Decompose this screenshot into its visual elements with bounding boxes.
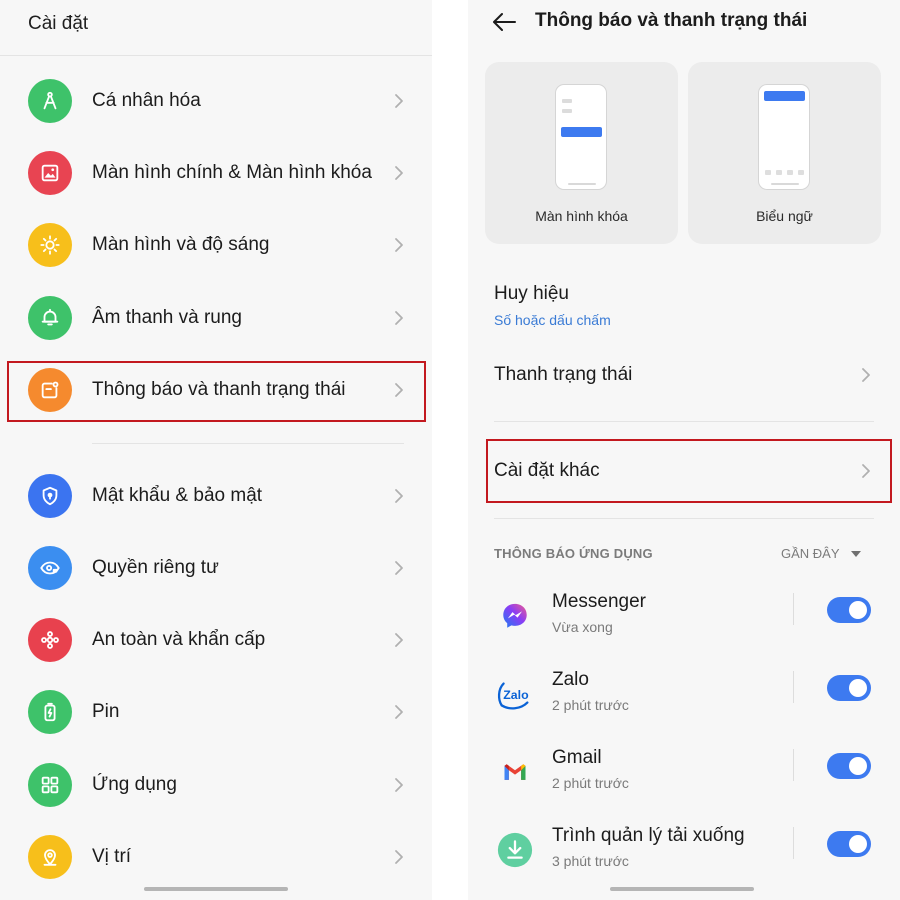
app-notifications-section-label: THÔNG BÁO ỨNG DỤNG: [494, 546, 653, 561]
messenger-icon: [496, 597, 534, 635]
download-icon: [496, 831, 534, 869]
notifications-panel: Thông báo và thanh trạng thái Màn hình k…: [468, 0, 900, 900]
settings-item-label: Ứng dụng: [92, 774, 177, 795]
divider: [793, 749, 794, 781]
settings-item-safety-emergency[interactable]: An toàn và khẩn cấp: [0, 604, 432, 676]
notification-toggle[interactable]: [827, 753, 871, 779]
divider: [92, 443, 404, 444]
settings-item-label: Âm thanh và rung: [92, 307, 242, 328]
location-icon: [28, 835, 72, 879]
badge-title: Huy hiệu: [494, 283, 569, 304]
settings-item-location[interactable]: Vị trí: [0, 821, 432, 893]
banner-preview: [758, 84, 810, 190]
settings-item-label: Pin: [92, 701, 120, 722]
back-arrow-icon[interactable]: [490, 9, 518, 35]
app-time: Vừa xong: [552, 619, 613, 635]
settings-item-battery[interactable]: Pin: [0, 676, 432, 748]
personalization-icon: [28, 79, 72, 123]
notification-toggle[interactable]: [827, 675, 871, 701]
app-name: Messenger: [552, 591, 646, 612]
highlight-box: [7, 361, 426, 422]
zalo-logo-text: Zalo: [503, 688, 529, 702]
highlight-box: [486, 439, 892, 503]
gesture-nav-bar[interactable]: [610, 887, 754, 891]
badge-setting-row[interactable]: Huy hiệu Số hoặc dấu chấm: [468, 275, 900, 337]
divider: [793, 827, 794, 859]
settings-item-privacy[interactable]: Quyền riêng tư: [0, 532, 432, 604]
caret-down-icon: [851, 551, 861, 557]
app-time: 3 phút trước: [552, 853, 629, 869]
status-bar-title: Thanh trạng thái: [494, 364, 633, 385]
page-title: Thông báo và thanh trạng thái: [535, 10, 808, 31]
emergency-icon: [28, 618, 72, 662]
settings-item-label: Màn hình và độ sáng: [92, 234, 270, 255]
lock-screen-preview: [555, 84, 607, 190]
chevron-right-icon: [395, 633, 403, 647]
settings-item-label: Quyền riêng tư: [92, 557, 219, 578]
app-notification-row[interactable]: Messenger Vừa xong: [468, 585, 900, 663]
chevron-right-icon: [395, 166, 403, 180]
app-name: Trình quản lý tải xuống: [552, 825, 745, 846]
settings-item-password-security[interactable]: Mật khẩu & bảo mật: [0, 460, 432, 532]
app-name: Gmail: [552, 747, 602, 768]
privacy-eye-icon: [28, 546, 72, 590]
brightness-icon: [28, 223, 72, 267]
divider: [494, 518, 874, 519]
settings-item-label: Mật khẩu & bảo mật: [92, 485, 263, 506]
app-notification-row[interactable]: Trình quản lý tải xuống 3 phút trước: [468, 819, 900, 897]
settings-item-label: An toàn và khẩn cấp: [92, 629, 266, 650]
app-notification-row[interactable]: Gmail 2 phút trước: [468, 741, 900, 819]
chevron-right-icon: [395, 705, 403, 719]
zalo-icon: Zalo: [496, 675, 534, 713]
app-time: 2 phút trước: [552, 697, 629, 713]
chevron-right-icon: [395, 489, 403, 503]
settings-item-home-lock-screen[interactable]: Màn hình chính & Màn hình khóa: [0, 137, 432, 209]
app-notification-row[interactable]: Zalo Zalo 2 phút trước: [468, 663, 900, 741]
notification-toggle[interactable]: [827, 597, 871, 623]
gesture-nav-bar[interactable]: [144, 887, 288, 891]
notification-toggle[interactable]: [827, 831, 871, 857]
chevron-right-icon: [862, 368, 870, 382]
chevron-right-icon: [395, 561, 403, 575]
shield-icon: [28, 474, 72, 518]
divider: [0, 55, 432, 56]
settings-item-label: Cá nhân hóa: [92, 90, 201, 111]
divider: [494, 421, 874, 422]
status-bar-setting-row[interactable]: Thanh trạng thái: [468, 352, 900, 400]
page-title: Cài đặt: [28, 13, 89, 34]
chevron-right-icon: [395, 311, 403, 325]
settings-item-sound-vibration[interactable]: Âm thanh và rung: [0, 282, 432, 354]
lock-screen-style-card[interactable]: Màn hình khóa: [485, 62, 678, 244]
badge-value: Số hoặc dấu chấm: [494, 312, 611, 328]
sort-label: GẦN ĐÂY: [781, 546, 840, 561]
wallpaper-icon: [28, 151, 72, 195]
gmail-icon: [496, 753, 534, 791]
divider: [793, 593, 794, 625]
app-name: Zalo: [552, 669, 589, 690]
chevron-right-icon: [395, 238, 403, 252]
settings-item-label: Vị trí: [92, 846, 132, 867]
sort-dropdown[interactable]: GẦN ĐÂY: [773, 540, 873, 566]
settings-item-personalization[interactable]: Cá nhân hóa: [0, 65, 432, 137]
style-card-label: Màn hình khóa: [535, 208, 628, 224]
banner-style-card[interactable]: Biểu ngữ: [688, 62, 881, 244]
settings-item-display-brightness[interactable]: Màn hình và độ sáng: [0, 209, 432, 281]
chevron-right-icon: [395, 850, 403, 864]
style-card-label: Biểu ngữ: [756, 208, 813, 224]
divider: [793, 671, 794, 703]
chevron-right-icon: [395, 778, 403, 792]
battery-icon: [28, 690, 72, 734]
settings-item-apps[interactable]: Ứng dụng: [0, 749, 432, 821]
apps-grid-icon: [28, 763, 72, 807]
chevron-right-icon: [395, 94, 403, 108]
bell-icon: [28, 296, 72, 340]
settings-panel: Cài đặt Cá nhân hóa Màn hình chính & Màn…: [0, 0, 432, 900]
settings-item-label: Màn hình chính & Màn hình khóa: [92, 162, 372, 183]
app-time: 2 phút trước: [552, 775, 629, 791]
